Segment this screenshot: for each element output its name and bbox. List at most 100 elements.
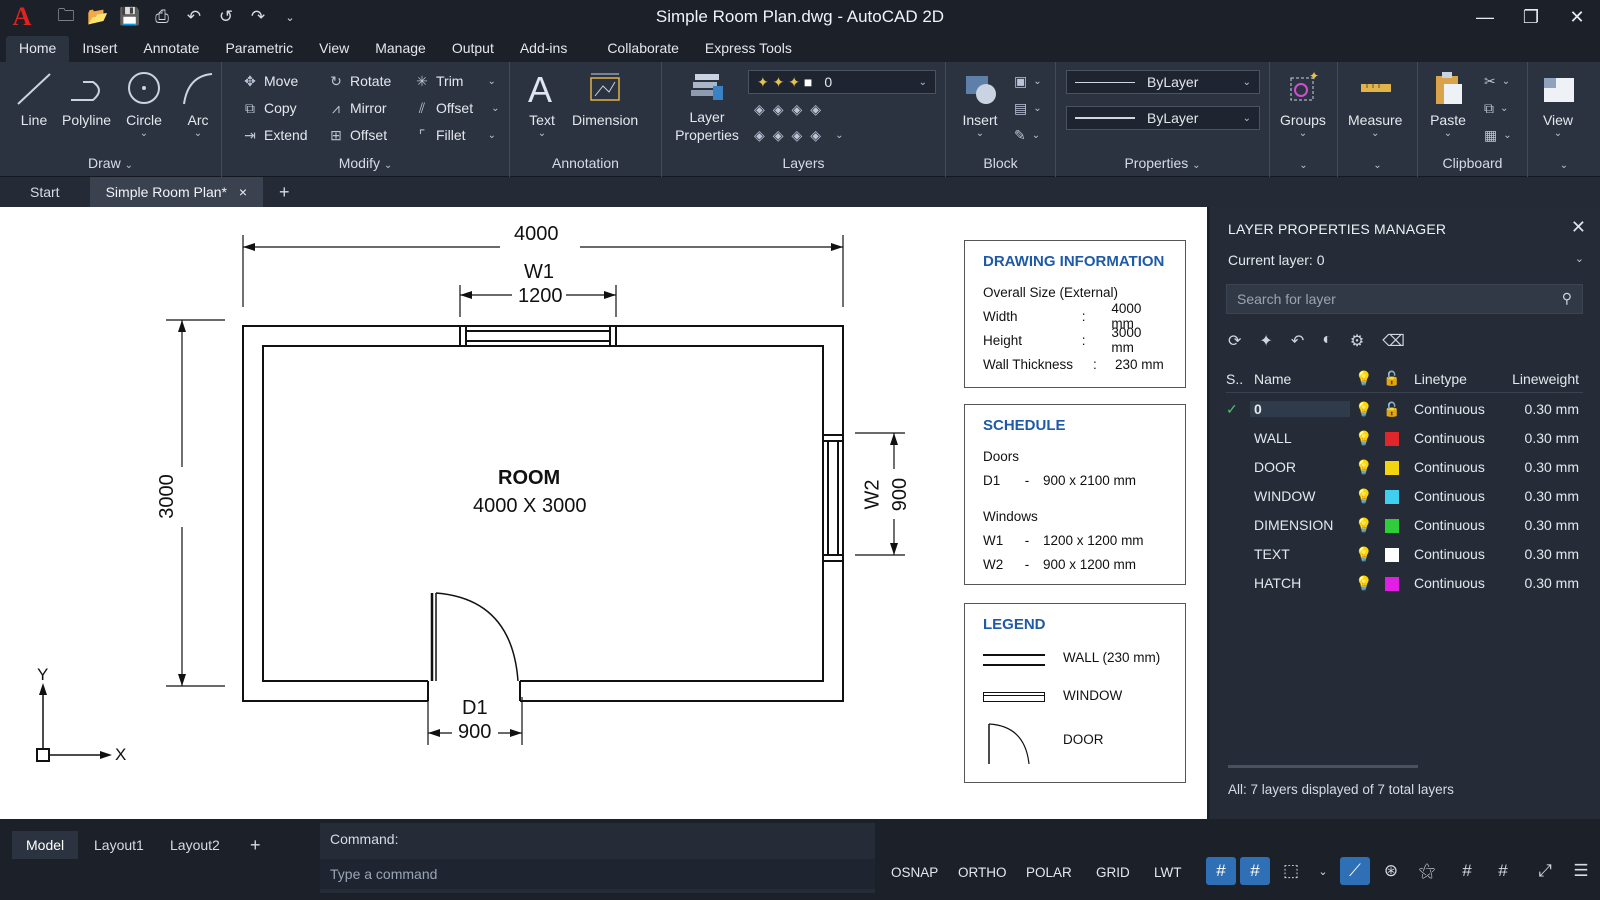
workspace-grid-icon[interactable]: #: [1452, 857, 1482, 885]
col-lineweight[interactable]: Lineweight: [1498, 371, 1583, 387]
offset-button[interactable]: ⫽ Offset ⌄: [414, 97, 500, 119]
layer-dropdown[interactable]: ✦ ✦ ✦ ■ 0 ⌄: [748, 70, 936, 94]
layer-linetype[interactable]: Continuous: [1406, 459, 1498, 475]
close-window-icon[interactable]: ✕: [1554, 0, 1600, 34]
bulb-icon[interactable]: 💡: [1350, 517, 1378, 534]
view-expand-icon[interactable]: ⌄: [1528, 155, 1600, 171]
layer-row[interactable]: DOOR 💡 Continuous 0.30 mm: [1226, 453, 1583, 481]
search-icon[interactable]: ⚲: [1562, 290, 1572, 307]
trim-button[interactable]: ✳ Trim ⌄: [414, 70, 496, 92]
tab-layout2[interactable]: Layout2: [156, 831, 234, 859]
layer-lineweight[interactable]: 0.30 mm: [1498, 517, 1583, 533]
layer-lineweight[interactable]: 0.30 mm: [1498, 488, 1583, 504]
insert-block-button[interactable]: Insert ⌄: [960, 68, 1000, 139]
tab-simple-room-plan[interactable]: Simple Room Plan* ×: [89, 177, 264, 207]
lpm-horizontal-scrollbar[interactable]: [1228, 765, 1418, 768]
status-dropdown-icon[interactable]: ⌄: [1308, 857, 1338, 885]
minimize-icon[interactable]: —: [1462, 0, 1508, 34]
add-layout-icon[interactable]: +: [236, 831, 275, 859]
save-icon[interactable]: 💾: [116, 4, 144, 30]
paste-button[interactable]: Paste ⌄: [1428, 68, 1468, 139]
color-dropdown[interactable]: ByLayer ⌄: [1066, 70, 1260, 94]
layer-name[interactable]: 0: [1250, 401, 1350, 417]
layer-color-swatch[interactable]: [1378, 546, 1406, 563]
delete-layer-icon[interactable]: ⌫: [1382, 331, 1405, 351]
groups-expand-icon[interactable]: ⌄: [1270, 155, 1337, 171]
layer-linetype[interactable]: Continuous: [1406, 401, 1498, 417]
app-logo[interactable]: A: [0, 0, 44, 34]
layer-search-input[interactable]: Search for layer ⚲: [1226, 284, 1583, 314]
object-snap-tracking-icon[interactable]: ⟋: [1340, 857, 1370, 885]
customize-toolbar-icon[interactable]: ⌄: [276, 4, 304, 30]
layer-linetype[interactable]: Continuous: [1406, 430, 1498, 446]
current-layer-chevron-icon[interactable]: ⌄: [1575, 252, 1584, 265]
polar-toggle[interactable]: POLAR: [1026, 865, 1072, 880]
layer-properties-button[interactable]: Layer Properties: [672, 68, 742, 144]
properties-panel-title[interactable]: Properties ⌄: [1056, 155, 1269, 171]
tab-annotate[interactable]: Annotate: [130, 36, 212, 62]
undo-icon[interactable]: ↶: [180, 4, 208, 30]
close-tab-icon[interactable]: ×: [239, 184, 247, 200]
layer-color-swatch[interactable]: [1378, 575, 1406, 592]
copy-button[interactable]: ⧉ Copy: [242, 97, 297, 119]
tab-manage[interactable]: Manage: [362, 36, 439, 62]
layer-settings-icon[interactable]: ⚙: [1350, 331, 1364, 351]
layer-tools-row-2[interactable]: ◈◈◈◈ ⌄: [754, 124, 843, 146]
create-block-button[interactable]: ▣ ⌄: [1014, 70, 1042, 92]
layer-row[interactable]: WALL 💡 Continuous 0.30 mm: [1226, 424, 1583, 452]
units-icon[interactable]: #: [1488, 857, 1518, 885]
match-properties-icon[interactable]: ▦ ⌄: [1484, 124, 1512, 146]
layer-name[interactable]: DIMENSION: [1250, 517, 1350, 533]
layer-row[interactable]: ✓ 0 💡 🔓 Continuous 0.30 mm: [1226, 395, 1583, 423]
annotation-scale-icon[interactable]: ⚝: [1412, 857, 1442, 885]
text-button[interactable]: A Text ⌄: [524, 68, 560, 139]
osnap-toggle[interactable]: OSNAP: [891, 865, 938, 880]
tab-model[interactable]: Model: [12, 831, 79, 859]
layer-lineweight[interactable]: 0.30 mm: [1498, 401, 1583, 417]
lwt-toggle[interactable]: LWT: [1154, 865, 1182, 880]
layer-color-swatch[interactable]: [1378, 430, 1406, 447]
layer-row[interactable]: DIMENSION 💡 Continuous 0.30 mm: [1226, 511, 1583, 539]
layer-name[interactable]: DOOR: [1250, 459, 1350, 475]
linetype-dropdown[interactable]: ByLayer ⌄: [1066, 106, 1260, 130]
layer-name[interactable]: WINDOW: [1250, 488, 1350, 504]
fullscreen-icon[interactable]: ⤢: [1530, 857, 1560, 885]
layer-name[interactable]: WALL: [1250, 430, 1350, 446]
grid-toggle[interactable]: GRID: [1096, 865, 1130, 880]
layer-lineweight[interactable]: 0.30 mm: [1498, 430, 1583, 446]
tab-collaborate[interactable]: Collaborate: [594, 36, 692, 62]
copy-clip-icon[interactable]: ⧉ ⌄: [1484, 97, 1508, 119]
layer-name[interactable]: HATCH: [1250, 575, 1350, 591]
tab-output[interactable]: Output: [439, 36, 507, 62]
drawing-canvas[interactable]: 4000 W1 1200 3000 W2 900 D1 900 ROOM 400…: [0, 207, 1209, 819]
arc-button[interactable]: Arc ⌄: [178, 68, 218, 139]
measure-button[interactable]: Measure ⌄: [1348, 68, 1402, 139]
new-layer-icon[interactable]: ✦: [1259, 331, 1272, 351]
new-file-icon[interactable]: 🗀: [52, 4, 80, 30]
restore-icon[interactable]: ❐: [1508, 0, 1554, 34]
layer-color-swatch[interactable]: [1378, 488, 1406, 505]
layer-lineweight[interactable]: 0.30 mm: [1498, 546, 1583, 562]
lpm-close-icon[interactable]: ✕: [1571, 217, 1586, 238]
cut-icon[interactable]: ✂ ⌄: [1484, 70, 1510, 92]
layer-row[interactable]: TEXT 💡 Continuous 0.30 mm: [1226, 540, 1583, 568]
layer-color-swatch[interactable]: [1378, 459, 1406, 476]
layer-row[interactable]: HATCH 💡 Continuous 0.30 mm: [1226, 569, 1583, 597]
move-button[interactable]: ✥ Move: [242, 70, 298, 92]
redo-icon[interactable]: ↷: [244, 4, 272, 30]
dimension-button[interactable]: Dimension: [572, 68, 638, 128]
layer-linetype[interactable]: Continuous: [1406, 488, 1498, 504]
tab-insert[interactable]: Insert: [69, 36, 130, 62]
layer-color-swatch[interactable]: 🔓: [1378, 401, 1406, 418]
edit-block-button[interactable]: ▤ ⌄: [1014, 97, 1042, 119]
layer-lineweight[interactable]: 0.30 mm: [1498, 575, 1583, 591]
open-file-icon[interactable]: 📂: [84, 4, 112, 30]
undo-dropdown-icon[interactable]: ↺: [212, 4, 240, 30]
tab-view[interactable]: View: [306, 36, 362, 62]
groups-button[interactable]: ✦ Groups ⌄: [1280, 68, 1326, 139]
new-tab-icon[interactable]: +: [263, 177, 306, 207]
dynamic-input-icon[interactable]: ⬚: [1276, 857, 1306, 885]
line-button[interactable]: Line: [14, 68, 54, 128]
col-name[interactable]: Name: [1250, 371, 1350, 387]
bulb-icon[interactable]: 💡: [1350, 430, 1378, 447]
